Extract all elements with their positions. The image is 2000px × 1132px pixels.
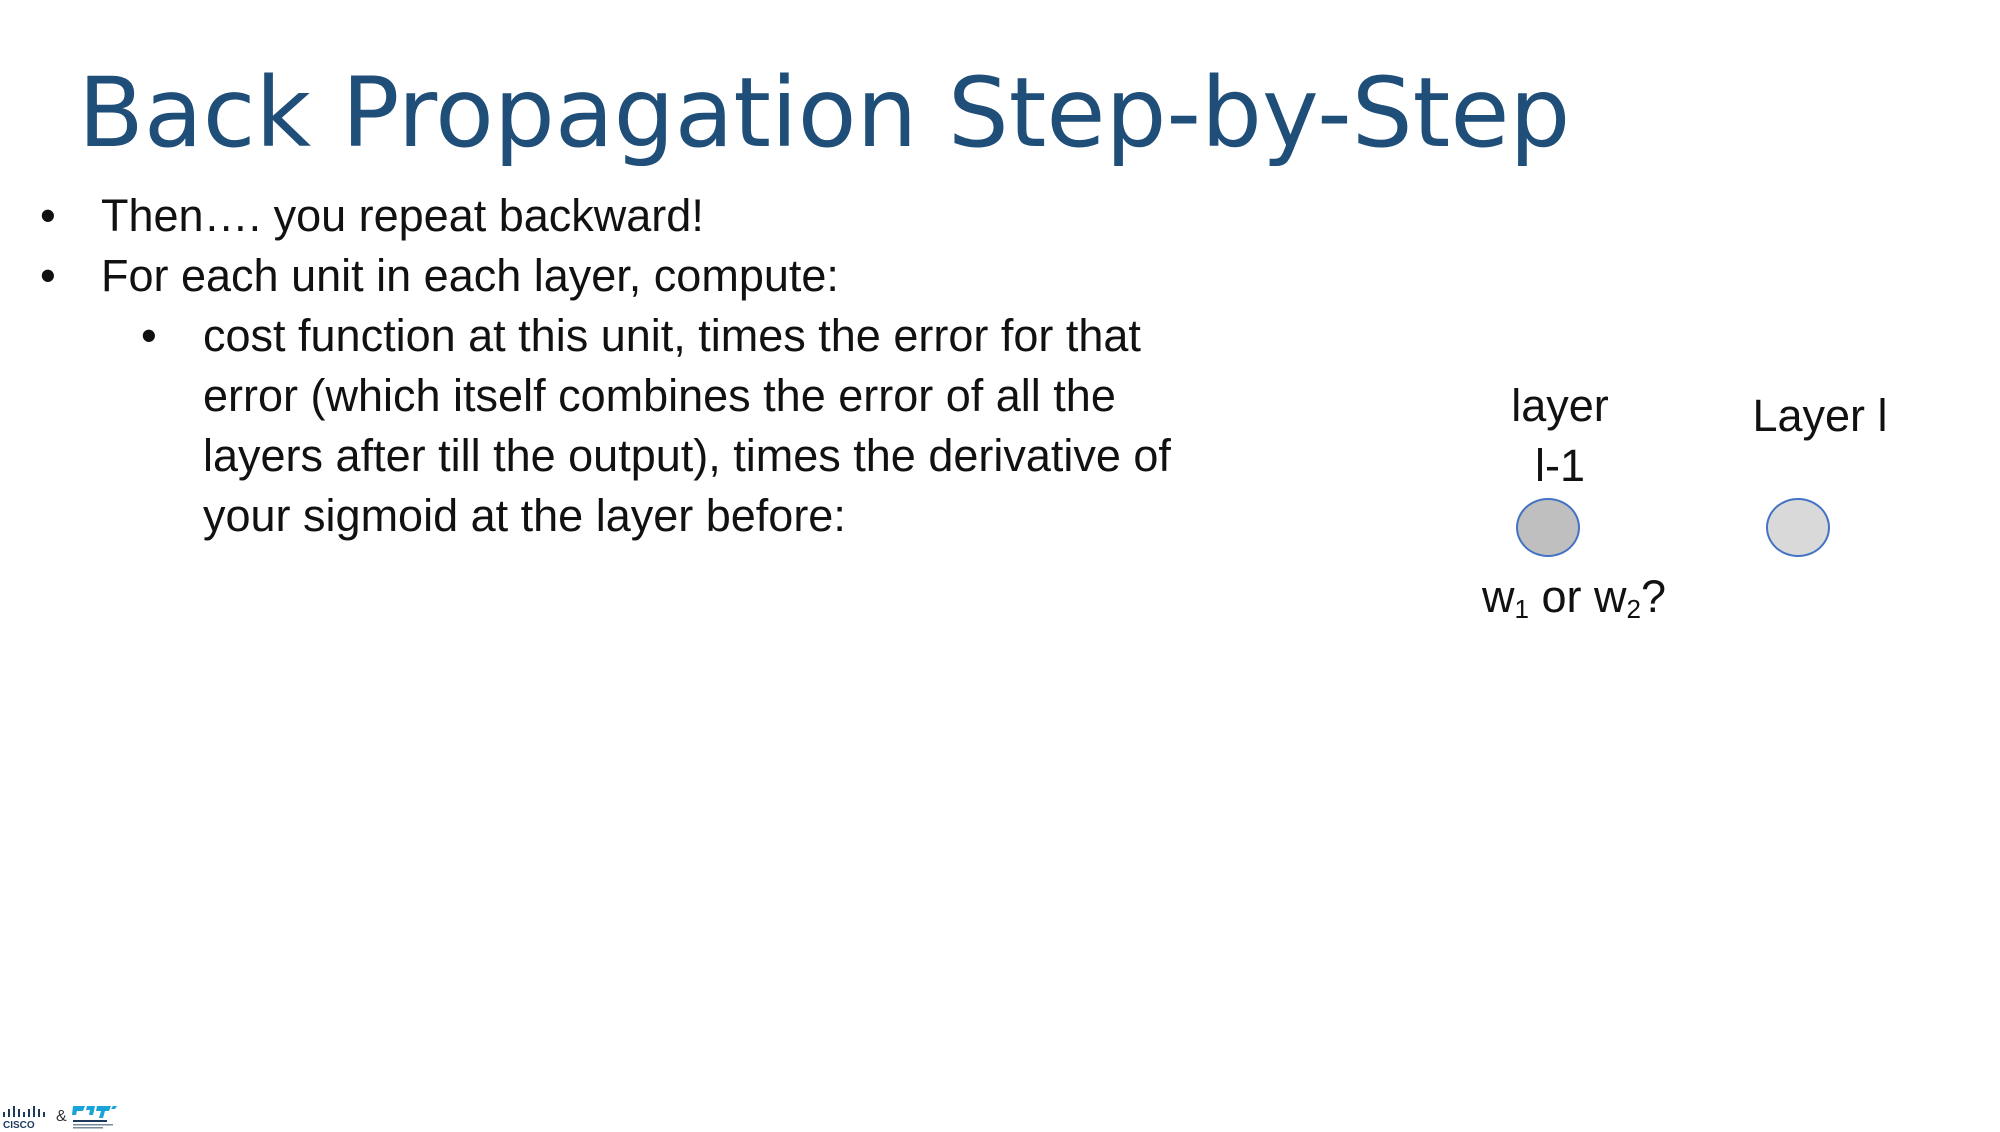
layer-prev-label-line1: layer [1511, 380, 1609, 431]
weight-w2: w [1594, 571, 1627, 622]
weight-sub1: 1 [1514, 594, 1529, 624]
bullet-dot: • [141, 310, 157, 361]
weight-or: or [1528, 571, 1594, 622]
layer-curr-label: Layer l [1752, 390, 1888, 441]
partner-logo-icon [71, 1106, 117, 1129]
bullet-list: • Then…. you repeat backward! • For each… [0, 186, 1240, 546]
footer-logo: CISCO & [2, 1102, 137, 1132]
bullet-text: Then…. you repeat backward! [101, 190, 704, 241]
weight-sub2: 2 [1626, 594, 1641, 624]
sub-bullet-item: • cost function at this unit, times the … [0, 306, 1240, 546]
sub-bullet-text: cost function at this unit, times the er… [203, 310, 1171, 541]
bullet-text: For each unit in each layer, compute: [101, 250, 839, 301]
logo-ampersand: & [56, 1108, 67, 1125]
cisco-logo-text: CISCO [3, 1120, 35, 1130]
bullet-dot: • [40, 250, 56, 301]
bullet-item: • For each unit in each layer, compute: [0, 246, 1240, 306]
neuron-node-current-layer [1766, 498, 1830, 557]
bullet-item: • Then…. you repeat backward! [0, 186, 1240, 246]
weight-question: w1 or w2? [1482, 567, 1666, 627]
bullet-dot: • [40, 190, 56, 241]
layer-prev-label: layer l-1 [1480, 376, 1640, 496]
slide-title: Back Propagation Step-by-Step [78, 57, 1571, 169]
layer-prev-label-line2: l-1 [1534, 440, 1585, 491]
weight-question-mark: ? [1640, 571, 1666, 622]
cisco-logo-icon: CISCO [3, 1106, 45, 1130]
neuron-node-prev-layer [1516, 498, 1580, 557]
weight-w1: w [1482, 571, 1515, 622]
